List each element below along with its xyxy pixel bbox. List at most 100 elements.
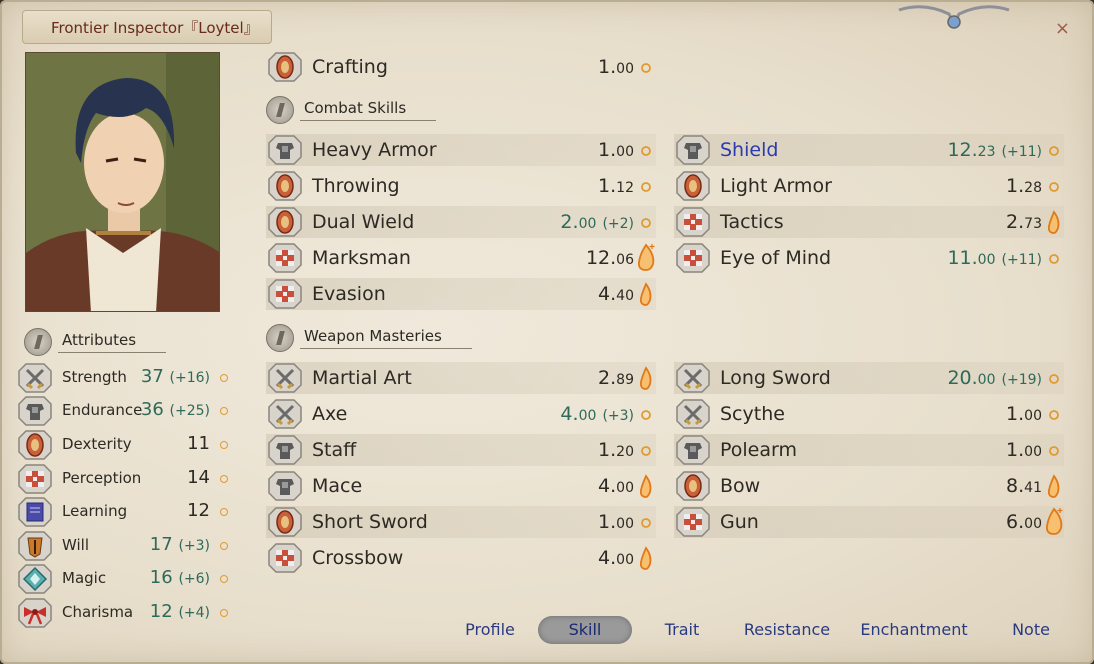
skill-value-int: 1. [598, 139, 617, 161]
potential-low-icon [1044, 398, 1064, 430]
hand-icon [268, 506, 302, 538]
armor-icon [268, 134, 302, 166]
skill-throwing[interactable]: Throwing 1.12 [266, 170, 656, 202]
tab-note[interactable]: Note [996, 616, 1066, 644]
skill-value: 4.00 (+3) [560, 403, 634, 425]
attribute-magic[interactable]: Magic 16 (+6) [18, 562, 238, 594]
attribute-name: Dexterity [62, 435, 132, 453]
skill-value-int: 2. [560, 211, 579, 233]
tab-resistance[interactable]: Resistance [736, 616, 838, 644]
skill-value: 1.00 [598, 511, 634, 533]
crossed-swords-icon [676, 398, 710, 430]
skill-name: Polearm [720, 439, 798, 461]
attribute-will[interactable]: Will 17 (+3) [18, 529, 238, 561]
skill-value: 8.41 [1006, 475, 1042, 497]
close-button[interactable]: × [1055, 18, 1070, 39]
armor-icon [268, 434, 302, 466]
skill-value-int: 12. [947, 139, 978, 161]
skill-name: Long Sword [720, 367, 831, 389]
skill-eye-of-mind[interactable]: Eye of Mind 11.00 (+11) [674, 242, 1064, 274]
skill-value-int: 20. [947, 367, 978, 389]
skill-light-armor[interactable]: Light Armor 1.28 [674, 170, 1064, 202]
skill-bow[interactable]: Bow 8.41 [674, 470, 1064, 502]
skill-tactics[interactable]: Tactics 2.73 [674, 206, 1064, 238]
attribute-value: 12 (+4) [150, 601, 210, 622]
skill-value: 1.12 [598, 175, 634, 197]
skill-mace[interactable]: Mace 4.00 [266, 470, 656, 502]
hand-icon [268, 170, 302, 202]
skill-marksman[interactable]: Marksman 12.06 [266, 242, 656, 274]
attribute-charisma[interactable]: Charisma 12 (+4) [18, 596, 238, 628]
armor-icon [676, 134, 710, 166]
will-icon [18, 530, 52, 561]
skill-value-dec: 00 [578, 408, 597, 424]
potential-icon [220, 542, 228, 550]
eye-icon [676, 506, 710, 538]
skill-long-sword[interactable]: Long Sword 20.00 (+19) [674, 362, 1064, 394]
skill-value-dec: 20 [616, 444, 634, 460]
skill-axe[interactable]: Axe 4.00 (+3) [266, 398, 656, 430]
skill-polearm[interactable]: Polearm 1.00 [674, 434, 1064, 466]
attribute-dexterity[interactable]: Dexterity 11 [18, 428, 238, 460]
attribute-bonus: (+6) [178, 571, 210, 587]
skill-heavy-armor[interactable]: Heavy Armor 1.00 [266, 134, 656, 166]
skill-value: 2.00 (+2) [560, 211, 634, 233]
hand-icon [18, 429, 52, 460]
attribute-value: 37 (+16) [141, 366, 210, 387]
skill-value: 1.00 [1006, 439, 1042, 461]
skill-staff[interactable]: Staff 1.20 [266, 434, 656, 466]
hand-icon [268, 51, 302, 83]
tab-profile[interactable]: Profile [440, 616, 540, 644]
skill-value-int: 1. [598, 175, 617, 197]
attribute-endurance[interactable]: Endurance 36 (+25) [18, 394, 238, 426]
skill-value: 6.00 [1006, 511, 1042, 533]
crossed-swords-icon [18, 362, 52, 393]
skill-value: 12.06 [586, 247, 634, 269]
attribute-learning[interactable]: Learning 12 [18, 495, 238, 527]
tab-trait[interactable]: Trait [640, 616, 724, 644]
skill-value-int: 4. [598, 547, 617, 569]
skill-crossbow[interactable]: Crossbow 4.00 [266, 542, 656, 574]
skill-name: Gun [720, 511, 759, 533]
attribute-perception[interactable]: Perception 14 [18, 462, 238, 494]
potential-mid-icon [1044, 206, 1064, 238]
character-sheet-window: Frontier Inspector『Loytel』 × Attributes … [0, 0, 1094, 664]
tab-enchantment[interactable]: Enchantment [852, 616, 976, 644]
skill-gun[interactable]: Gun 6.00 [674, 506, 1064, 538]
skill-dual-wield[interactable]: Dual Wield 2.00 (+2) [266, 206, 656, 238]
attribute-value: 14 [187, 467, 210, 488]
potential-low-icon [636, 170, 656, 202]
skill-value-dec: 00 [1024, 408, 1042, 424]
skill-short-sword[interactable]: Short Sword 1.00 [266, 506, 656, 538]
crossed-swords-icon [268, 398, 302, 430]
attribute-bonus: (+16) [169, 370, 210, 386]
potential-icon [220, 475, 228, 483]
skill-value-dec: 06 [616, 252, 634, 268]
eye-icon [18, 463, 52, 494]
skill-crafting[interactable]: Crafting 1.00 [266, 51, 656, 83]
skill-value-dec: 00 [977, 252, 996, 268]
skill-value-int: 8. [1006, 475, 1025, 497]
skill-martial-art[interactable]: Martial Art 2.89 [266, 362, 656, 394]
skill-value-dec: 00 [616, 144, 634, 160]
skill-value-int: 2. [1006, 211, 1025, 233]
eye-icon [268, 542, 302, 574]
skill-value-dec: 00 [1024, 516, 1042, 532]
window-title: Frontier Inspector『Loytel』 [22, 10, 272, 44]
tab-skill[interactable]: Skill [538, 616, 632, 644]
skill-name: Marksman [312, 247, 411, 269]
attribute-value-number: 16 [149, 567, 173, 588]
skill-scythe[interactable]: Scythe 1.00 [674, 398, 1064, 430]
skill-value-int: 4. [598, 475, 617, 497]
eye-icon [268, 242, 302, 274]
potential-mid-icon [636, 470, 656, 502]
skill-evasion[interactable]: Evasion 4.40 [266, 278, 656, 310]
skill-shield[interactable]: Shield 12.23 (+11) [674, 134, 1064, 166]
potential-low-icon [1044, 134, 1064, 166]
skill-value-dec: 00 [616, 480, 634, 496]
attribute-strength[interactable]: Strength 37 (+16) [18, 361, 238, 393]
skill-value-dec: 89 [616, 372, 634, 388]
attribute-value: 11 [187, 433, 210, 454]
attribute-value-number: 12 [187, 500, 210, 521]
attributes-header: Attributes [24, 328, 167, 356]
